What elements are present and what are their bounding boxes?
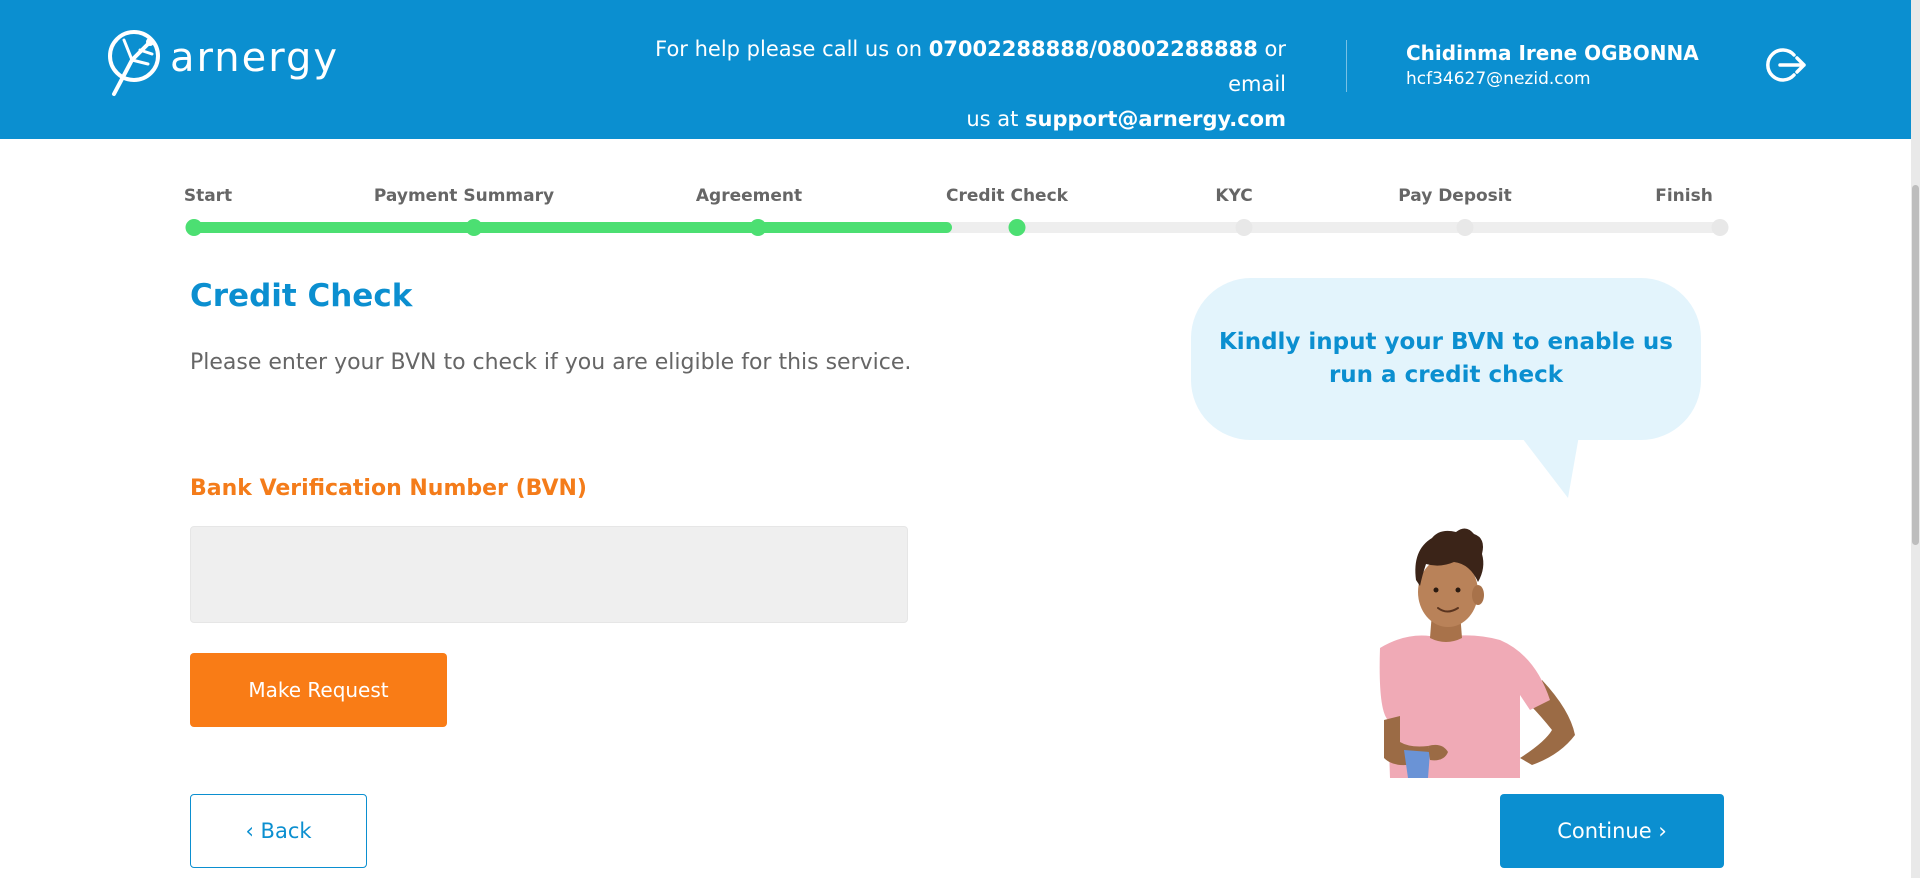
bvn-input[interactable] xyxy=(190,526,908,623)
speech-bubble: Kindly input your BVN to enable us run a… xyxy=(1191,278,1701,440)
step-dot-finish xyxy=(1711,219,1729,236)
bvn-field-label: Bank Verification Number (BVN) xyxy=(190,476,587,501)
step-label-payment-summary: Payment Summary xyxy=(373,186,555,206)
help-prefix: For help please call us on xyxy=(655,37,929,61)
user-email: hcf34627@nezid.com xyxy=(1406,69,1591,89)
person-illustration xyxy=(1379,528,1575,778)
user-name: Chidinma Irene OGBONNA xyxy=(1406,41,1699,65)
speech-bubble-text: Kindly input your BVN to enable us run a… xyxy=(1218,329,1673,388)
top-header: arnergy For help please call us on 07002… xyxy=(0,0,1920,139)
user-info: Chidinma Irene OGBONNA hcf34627@nezid.co… xyxy=(1406,40,1699,92)
continue-button[interactable]: Continue › xyxy=(1500,794,1724,868)
scrollbar-thumb[interactable] xyxy=(1912,185,1919,545)
make-request-button[interactable]: Make Request xyxy=(190,653,447,727)
step-dot-payment-summary xyxy=(465,219,483,236)
step-dot-kyc xyxy=(1235,219,1253,236)
back-button[interactable]: ‹ Back xyxy=(190,794,367,868)
header-divider xyxy=(1346,40,1347,92)
step-dot-credit-check xyxy=(1008,219,1026,236)
step-label-pay-deposit: Pay Deposit xyxy=(1398,186,1512,206)
help-email[interactable]: support@arnergy.com xyxy=(1025,107,1286,131)
step-label-start: Start xyxy=(183,186,233,206)
logo-mark-icon xyxy=(108,30,160,96)
step-dot-pay-deposit xyxy=(1456,219,1474,236)
page-description: Please enter your BVN to check if you ar… xyxy=(190,350,912,375)
step-label-finish: Finish xyxy=(1655,186,1713,206)
speech-bubble-tail xyxy=(1516,430,1580,498)
step-label-kyc: KYC xyxy=(1215,186,1253,206)
page-title: Credit Check xyxy=(190,278,413,314)
logout-icon[interactable] xyxy=(1764,46,1808,84)
step-label-agreement: Agreement xyxy=(695,186,803,206)
help-text: For help please call us on 07002288888/0… xyxy=(646,32,1286,137)
logo-text: arnergy xyxy=(170,35,340,81)
progress-fill xyxy=(194,222,952,233)
page-scrollbar[interactable] xyxy=(1911,0,1920,878)
arnergy-logo[interactable]: arnergy xyxy=(106,28,339,98)
help-phones[interactable]: 07002288888/08002288888 xyxy=(929,37,1258,61)
help-us-at: us at xyxy=(966,107,1026,131)
step-dot-start xyxy=(185,219,203,236)
step-dot-agreement xyxy=(749,219,767,236)
step-label-credit-check: Credit Check xyxy=(946,186,1068,206)
